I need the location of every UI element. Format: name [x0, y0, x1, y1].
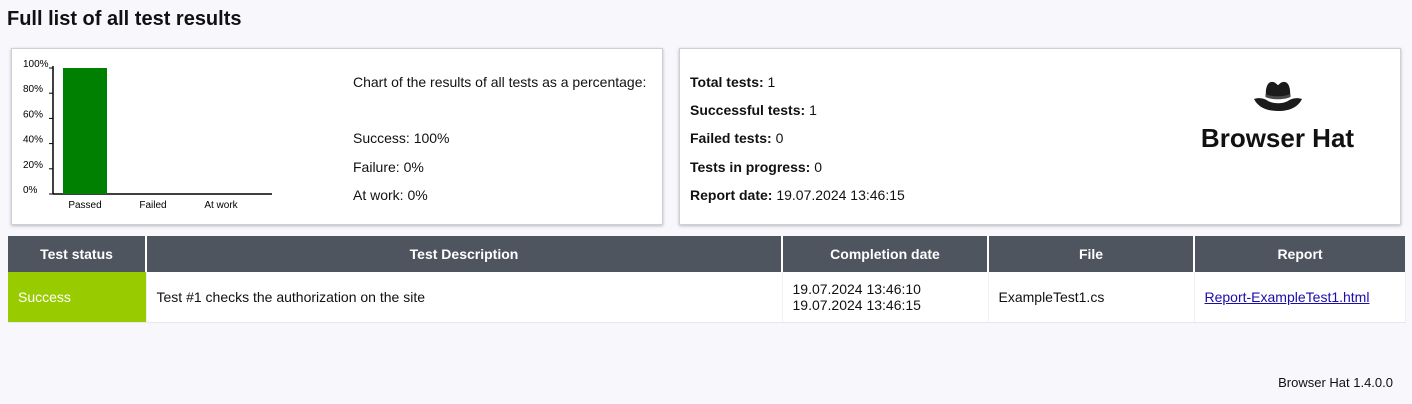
column-header-test-status: Test status	[8, 236, 147, 272]
column-header-test-description: Test Description	[146, 236, 783, 272]
y-tick-label: 80%	[23, 84, 43, 95]
successful-tests-label: Successful tests:	[690, 102, 806, 118]
failed-tests-value: 0	[775, 130, 784, 146]
total-tests-row: Total tests: 1	[690, 74, 775, 90]
page-title: Full list of all test results	[7, 8, 242, 30]
x-tick-label: At work	[204, 200, 238, 211]
brand-name: Browser Hat	[1200, 123, 1355, 153]
at-work-percentage: At work: 0%	[353, 187, 428, 203]
report-link[interactable]: Report-ExampleTest1.html	[1205, 289, 1370, 305]
successful-tests-row: Successful tests: 1	[690, 102, 817, 118]
end-date: 19.07.2024 13:46:15	[792, 297, 921, 313]
completion-date-cell: 19.07.2024 13:46:10 19.07.2024 13:46:15	[782, 272, 989, 323]
y-tick-label: 100%	[23, 59, 49, 70]
x-tick-label: Failed	[139, 200, 166, 211]
failure-percentage: Failure: 0%	[353, 159, 424, 175]
status-badge: Success	[8, 272, 147, 323]
report-date-label: Report date:	[690, 187, 773, 203]
test-description-cell: Test #1 checks the authorization on the …	[146, 272, 783, 323]
brand-block: Browser Hat	[1180, 79, 1375, 154]
total-tests-label: Total tests:	[690, 74, 764, 90]
chart-card: 0% 20% 40% 60% 80% 100% Passed Failed At work Ch…	[11, 48, 663, 225]
y-tick-label: 40%	[23, 135, 43, 146]
start-date: 19.07.2024 13:46:10	[792, 281, 921, 297]
report-date-row: Report date: 19.07.2024 13:46:15	[690, 187, 905, 203]
tests-in-progress-row: Tests in progress: 0	[690, 159, 822, 175]
tests-in-progress-value: 0	[814, 159, 823, 175]
successful-tests-value: 1	[809, 102, 817, 118]
report-date-value: 19.07.2024 13:46:15	[776, 187, 905, 203]
version-footer: Browser Hat 1.4.0.0	[1278, 375, 1393, 390]
failed-tests-row: Failed tests: 0	[690, 130, 783, 146]
y-tick-label: 20%	[23, 160, 43, 171]
bar	[63, 68, 107, 194]
tests-in-progress-label: Tests in progress:	[690, 159, 811, 175]
chart-summary-heading: Chart of the results of all tests as a p…	[353, 74, 647, 90]
hat-icon	[1253, 81, 1302, 111]
results-table: Test status Test Description Completion …	[8, 236, 1406, 323]
column-header-file: File	[988, 236, 1195, 272]
failed-tests-label: Failed tests:	[690, 130, 772, 146]
file-cell: ExampleTest1.cs	[988, 272, 1195, 323]
y-tick-label: 0%	[23, 185, 38, 196]
column-header-completion-date: Completion date	[782, 236, 989, 272]
x-tick-label: Passed	[68, 200, 101, 211]
report-cell: Report-ExampleTest1.html	[1194, 272, 1406, 323]
column-header-report: Report	[1194, 236, 1405, 272]
table-row: Success Test #1 checks the authorization…	[8, 272, 1406, 323]
y-tick-label: 60%	[23, 109, 43, 120]
results-bar-chart: 0% 20% 40% 60% 80% 100% Passed Failed At work	[23, 59, 272, 211]
success-percentage: Success: 100%	[353, 130, 450, 146]
stats-card: Total tests: 1 Successful tests: 1 Faile…	[679, 48, 1401, 225]
table-header-row: Test status Test Description Completion …	[8, 236, 1405, 272]
total-tests-value: 1	[767, 74, 776, 90]
